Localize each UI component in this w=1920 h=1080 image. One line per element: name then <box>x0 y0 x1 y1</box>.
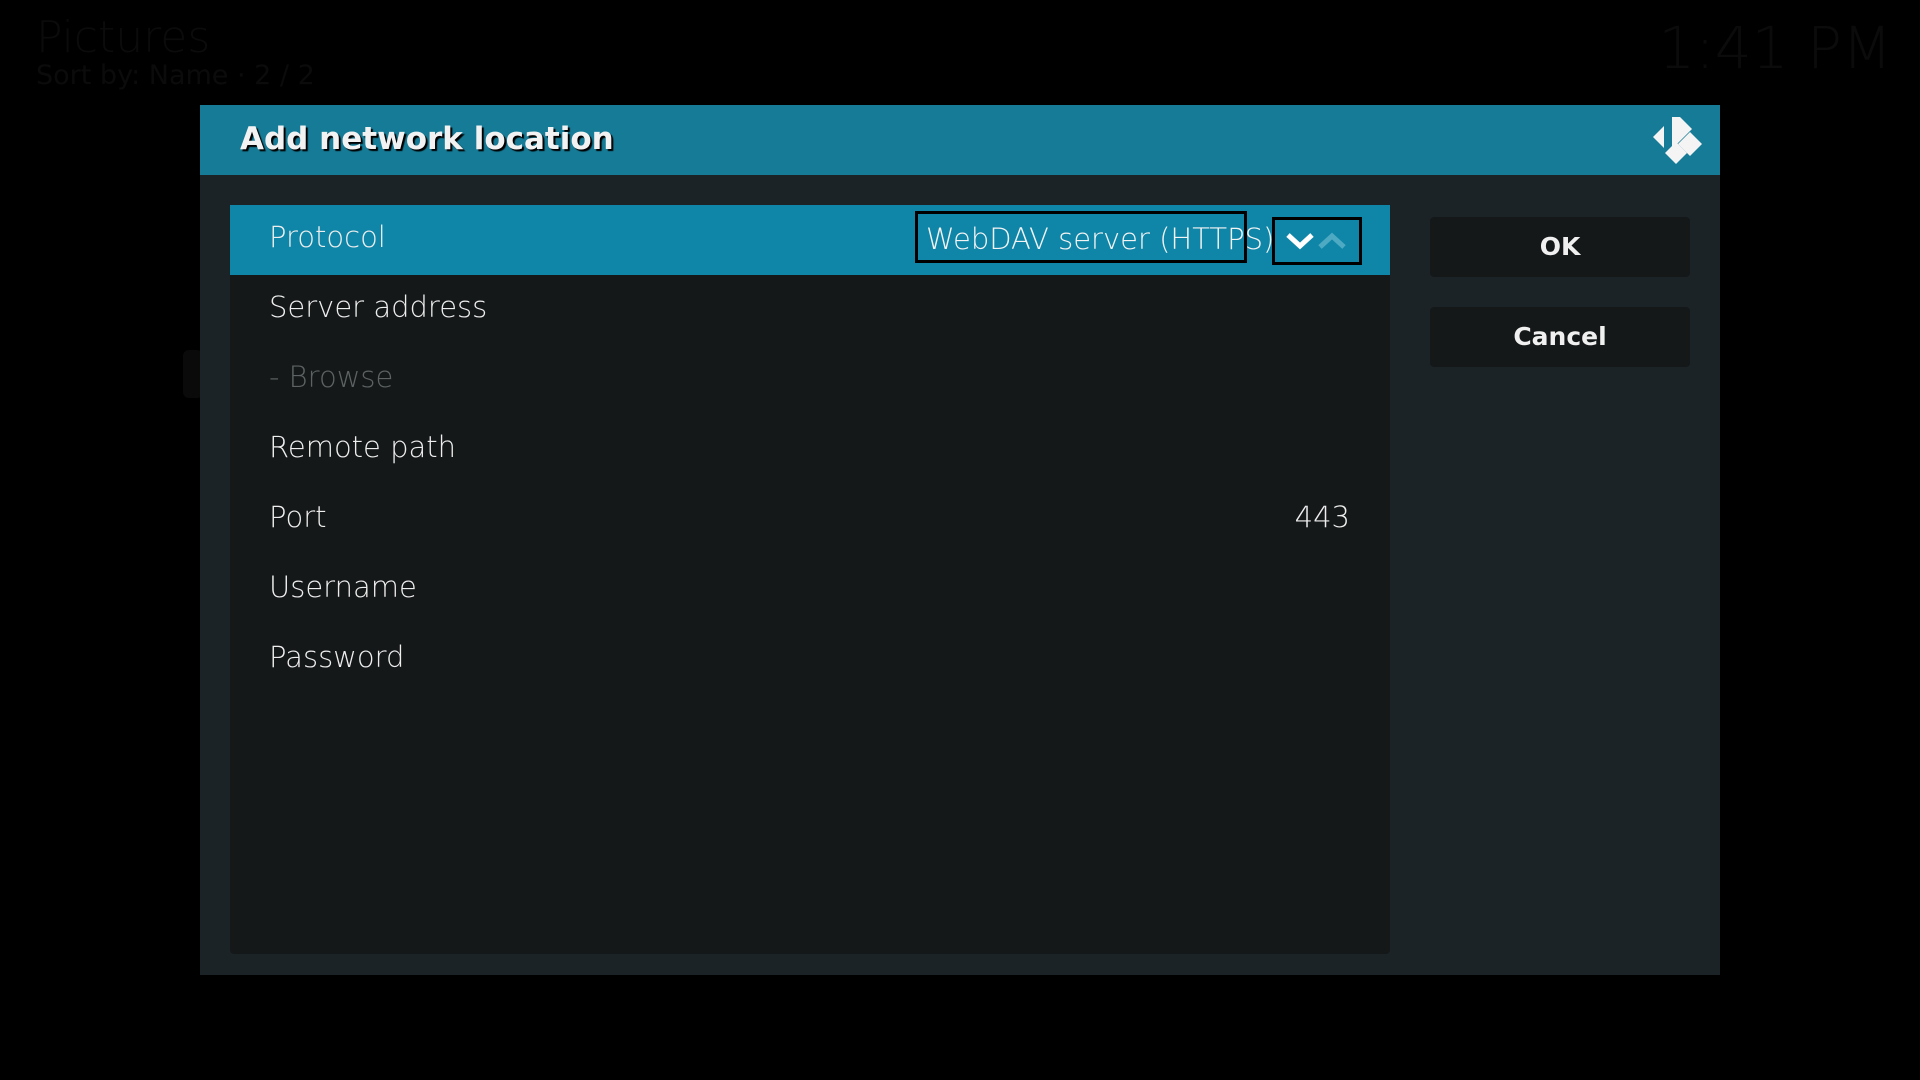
protocol-spinner-arrows <box>1272 217 1362 265</box>
chevron-down-icon[interactable] <box>1285 230 1315 252</box>
setting-label: Username <box>269 570 417 604</box>
setting-label: Port <box>269 500 327 534</box>
setting-row-port[interactable]: Port 443 <box>230 485 1390 555</box>
setting-label: Password <box>269 640 405 674</box>
ok-button[interactable]: OK <box>1430 217 1690 277</box>
background-section-title: Pictures <box>36 12 211 63</box>
chevron-up-icon[interactable] <box>1317 230 1347 252</box>
dialog-title: Add network location <box>240 121 614 157</box>
setting-row-browse: - Browse <box>230 345 1390 415</box>
kodi-logo-icon <box>1653 117 1702 164</box>
setting-row-protocol[interactable]: Protocol WebDAV server (HTTPS) <box>230 205 1390 275</box>
setting-label: Protocol <box>269 220 386 254</box>
setting-row-username[interactable]: Username <box>230 555 1390 625</box>
background-sort-info: Sort by: Name · 2 / 2 <box>36 60 315 91</box>
cancel-button[interactable]: Cancel <box>1430 307 1690 367</box>
add-network-location-dialog: Add network location Protocol WebDAV ser… <box>200 105 1720 975</box>
setting-row-server-address[interactable]: Server address <box>230 275 1390 345</box>
background-clock: 1:41 PM <box>1658 14 1892 82</box>
dialog-header: Add network location <box>200 105 1720 175</box>
protocol-spinner-value[interactable]: WebDAV server (HTTPS) <box>915 211 1274 263</box>
port-value: 443 <box>1294 500 1350 534</box>
setting-label: Server address <box>269 290 488 324</box>
protocol-value: WebDAV server (HTTPS) <box>926 222 1275 256</box>
setting-row-remote-path[interactable]: Remote path <box>230 415 1390 485</box>
settings-list: Protocol WebDAV server (HTTPS) Server ad… <box>230 205 1390 954</box>
setting-row-password[interactable]: Password <box>230 625 1390 695</box>
setting-label: - Browse <box>269 360 394 394</box>
setting-label: Remote path <box>269 430 457 464</box>
